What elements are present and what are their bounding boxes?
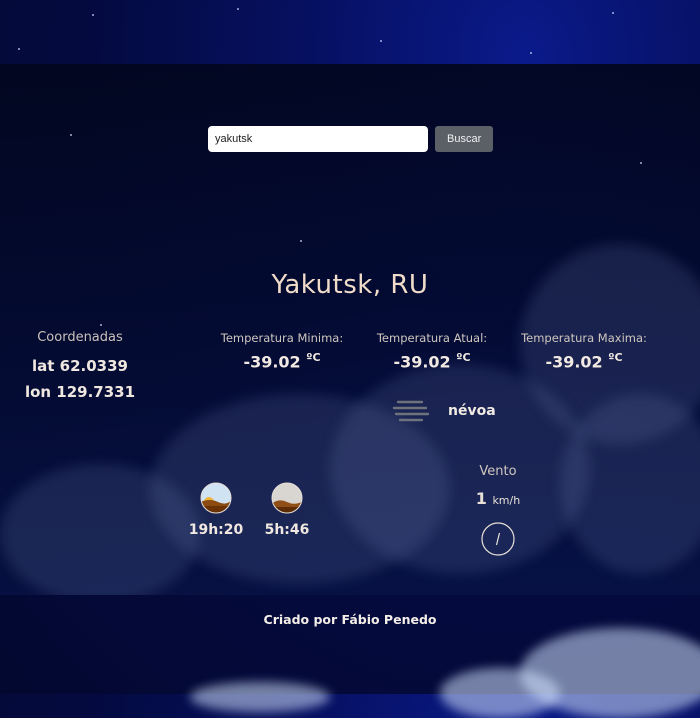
sunset-icon <box>200 482 232 514</box>
wind-speed-unit: km/h <box>492 494 521 507</box>
city-title: Yakutsk, RU <box>271 270 429 300</box>
sunset-block: 19h:20 <box>186 482 246 538</box>
min-temperature: Temperatura Minima: -39.02 ºC <box>207 331 357 371</box>
wind-direction-icon <box>481 522 515 556</box>
current-temperature-value: -39.02 <box>393 352 451 372</box>
sunset-time: 19h:20 <box>188 522 244 538</box>
search-bar: Buscar <box>208 126 494 152</box>
bottom-cloud <box>440 668 560 718</box>
coordinates-label: Coordenadas <box>37 330 123 345</box>
search-button[interactable]: Buscar <box>435 126 494 152</box>
wind-speed-value: 1 <box>475 489 487 508</box>
current-temperature-unit: ºC <box>456 351 471 364</box>
min-temperature-unit: ºC <box>306 351 321 364</box>
weather-description: névoa <box>448 403 496 419</box>
weather-panel: Buscar Yakutsk, RU Coordenadas lat 62.03… <box>0 64 700 595</box>
latitude-value: lat 62.0339 <box>32 357 128 375</box>
bottom-cloud <box>190 682 330 712</box>
wind-block: Vento 1 km/h <box>448 464 548 560</box>
min-temperature-label: Temperatura Minima: <box>220 331 344 345</box>
weather-condition: névoa <box>392 398 496 424</box>
sunrise-time: 5h:46 <box>264 522 310 538</box>
footer-credit: Criado por Fábio Penedo <box>263 612 437 627</box>
sunrise-block: 5h:46 <box>257 482 317 538</box>
coordinates-block: Coordenadas lat 62.0339 lon 129.7331 <box>20 330 140 405</box>
max-temperature-unit: ºC <box>608 351 623 364</box>
max-temperature-label: Temperatura Maxima: <box>521 331 647 345</box>
max-temperature-value: -39.02 <box>545 352 603 372</box>
mist-icon <box>392 400 430 422</box>
current-temperature: Temperatura Atual: -39.02 ºC <box>357 331 507 371</box>
sunrise-icon <box>271 482 303 514</box>
min-temperature-value: -39.02 <box>243 352 301 372</box>
current-temperature-label: Temperatura Atual: <box>376 331 488 345</box>
longitude-value: lon 129.7331 <box>24 383 136 401</box>
max-temperature: Temperatura Maxima: -39.02 ºC <box>509 331 659 371</box>
search-input[interactable] <box>208 126 428 152</box>
wind-label: Vento <box>479 464 517 479</box>
